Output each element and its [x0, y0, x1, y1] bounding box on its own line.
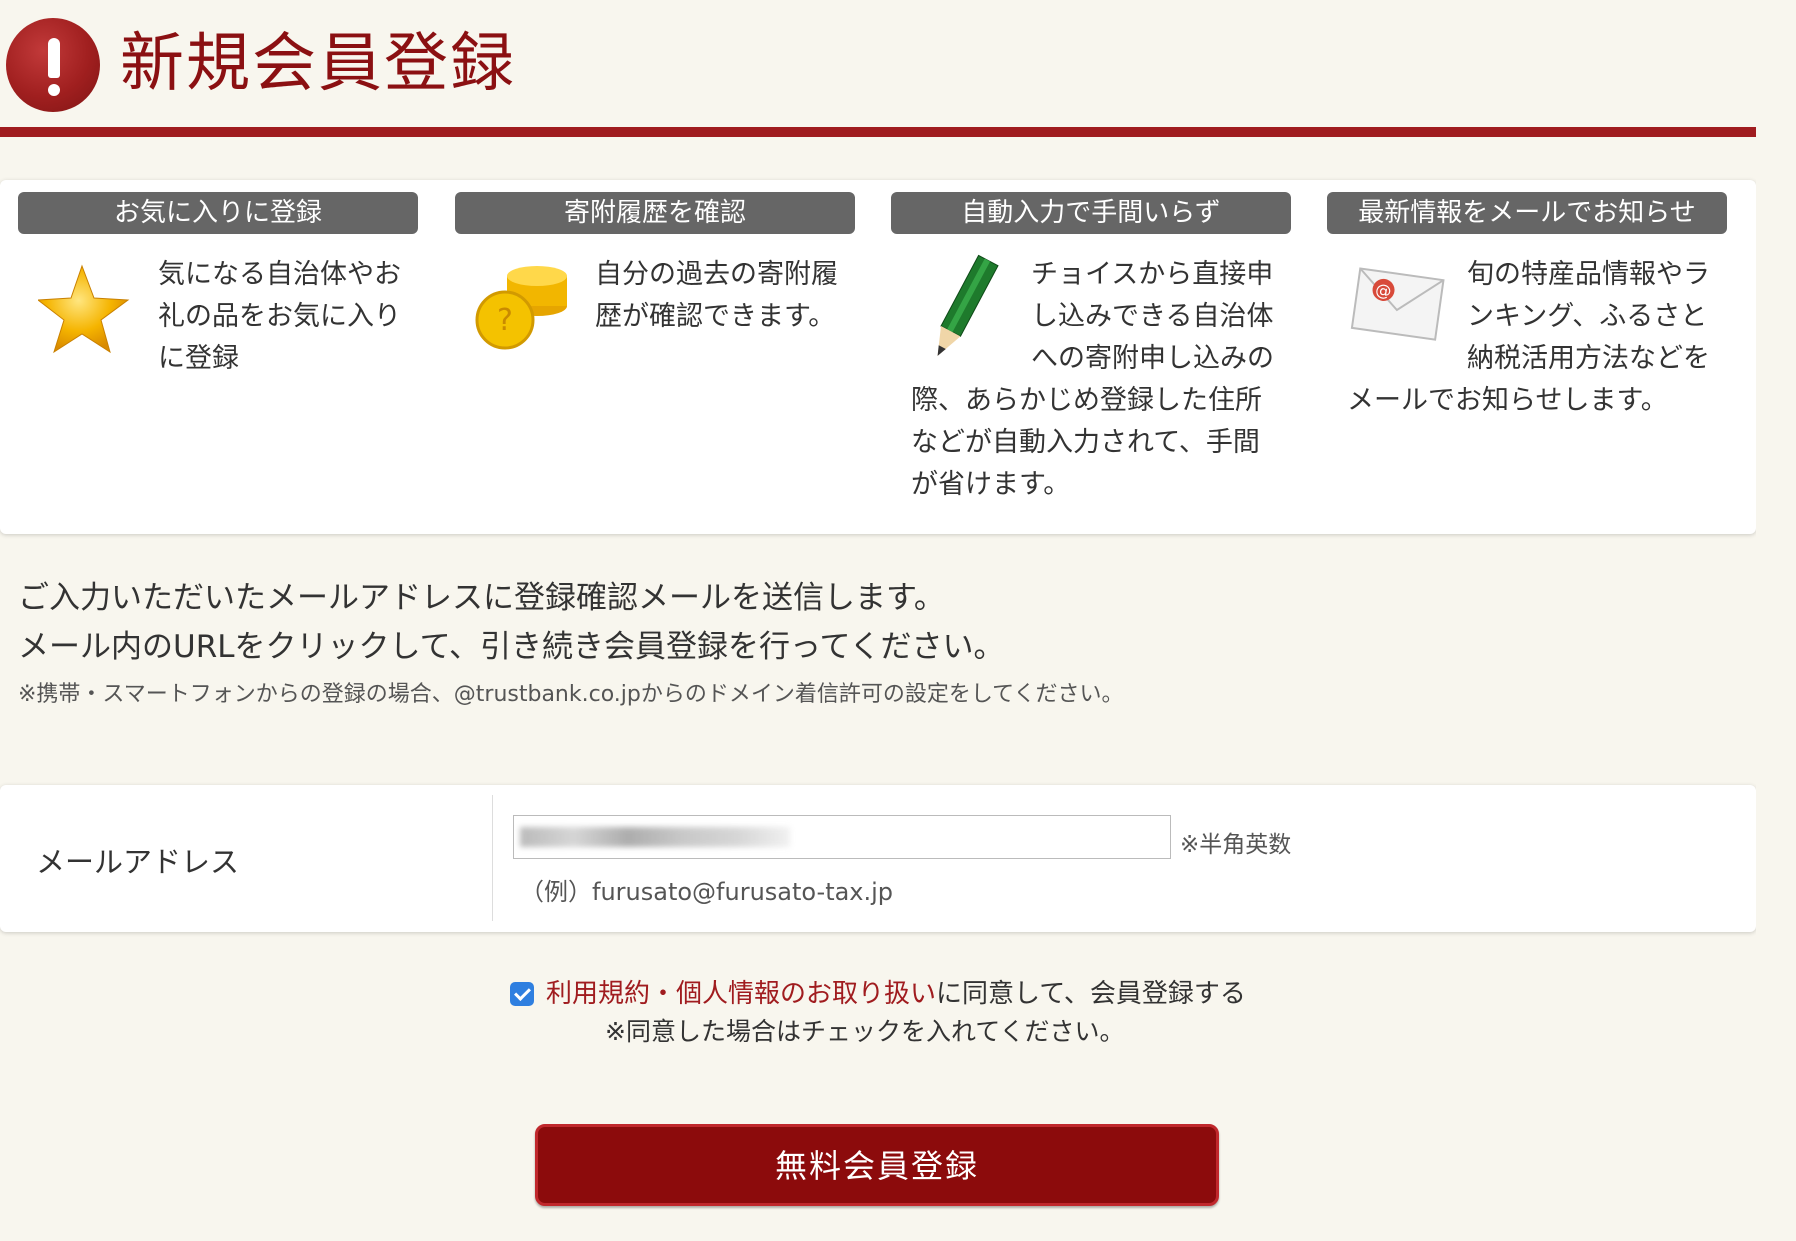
notice-text: ご入力いただいたメールアドレスに登録確認メールを送信します。 メール内のURLを… — [18, 574, 1738, 710]
feature-heading: 寄附履歴を確認 — [455, 192, 855, 234]
email-example: （例）furusato@furusato-tax.jp — [520, 878, 894, 906]
features-panel: お気に入りに登録 気になる自治体やお礼の品をお気に入りに登録 寄附履歴を確認 ?… — [0, 180, 1756, 534]
form-divider — [492, 795, 493, 921]
feature-description: 気になる自治体やお礼の品をお気に入りに登録 — [158, 259, 401, 374]
mail-icon: @ — [1347, 254, 1467, 379]
star-icon — [36, 254, 158, 379]
notice-line-2: メール内のURLをクリックして、引き続き会員登録を行ってください。 — [18, 629, 1005, 665]
terms-link[interactable]: 利用規約・個人情報のお取り扱い — [546, 979, 936, 1009]
email-format-note: ※半角英数 — [1180, 832, 1292, 858]
agree-checkbox[interactable] — [510, 982, 534, 1006]
exclamation-icon — [6, 18, 100, 112]
email-label: メールアドレス — [36, 845, 240, 879]
agree-label: に同意して、会員登録する — [936, 979, 1246, 1009]
pencil-icon — [911, 254, 1031, 379]
svg-text:@: @ — [1374, 280, 1392, 301]
feature-description: 自分の過去の寄附履歴が確認できます。 — [595, 259, 838, 332]
svg-text:?: ? — [497, 303, 513, 338]
coins-icon: ? — [475, 254, 595, 379]
email-form: メールアドレス ※半角英数 （例）furusato@furusato-tax.j… — [0, 785, 1756, 932]
page-title: 新規会員登録 — [120, 27, 516, 101]
feature-mail-news: 最新情報をメールでお知らせ @ 旬の特産品情報やランキング、ふるさと納税活用方法… — [1327, 192, 1727, 522]
feature-heading: お気に入りに登録 — [18, 192, 418, 234]
agree-note: ※同意した場合はチェックを入れてください。 — [605, 1017, 1125, 1046]
notice-mobile-note: ※携帯・スマートフォンからの登録の場合、@trustbank.co.jpからのド… — [18, 682, 1124, 707]
title-divider — [0, 127, 1760, 137]
page-margin — [1756, 0, 1796, 1241]
notice-line-1: ご入力いただいたメールアドレスに登録確認メールを送信します。 — [18, 580, 945, 616]
register-button[interactable]: 無料会員登録 — [535, 1124, 1219, 1206]
page-header: 新規会員登録 — [0, 0, 1760, 142]
feature-history: 寄附履歴を確認 ? 自分の過去の寄附履歴が確認できます。 — [455, 192, 855, 522]
feature-heading: 最新情報をメールでお知らせ — [1327, 192, 1727, 234]
feature-heading: 自動入力で手間いらず — [891, 192, 1291, 234]
blurred-email-value — [520, 827, 790, 847]
feature-favorites: お気に入りに登録 気になる自治体やお礼の品をお気に入りに登録 — [18, 192, 418, 522]
feature-autofill: 自動入力で手間いらず チョイスから直接申し込みできる自治体への寄附申し込みの際、… — [891, 192, 1291, 522]
